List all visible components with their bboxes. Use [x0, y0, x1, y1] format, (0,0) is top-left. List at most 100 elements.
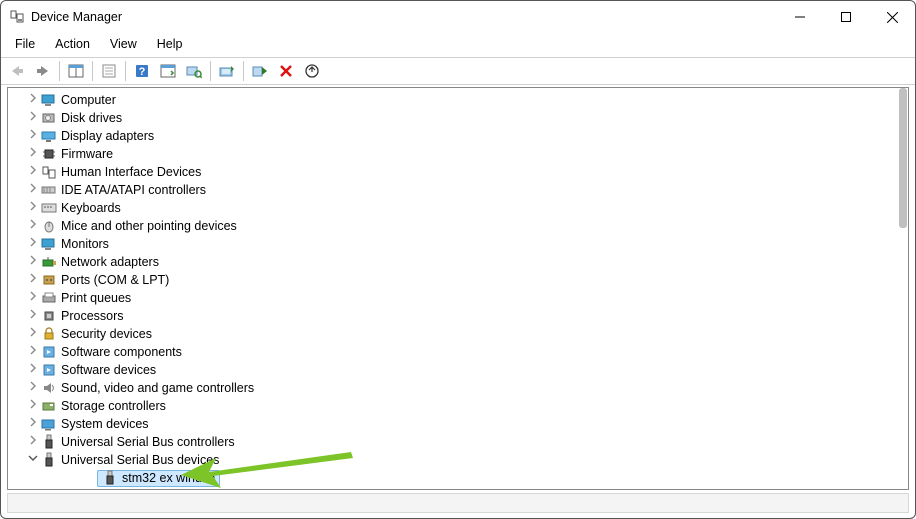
chevron-right-icon[interactable] [25, 325, 41, 343]
uninstall-device-button[interactable] [248, 60, 272, 82]
tree-node[interactable]: Sound, video and game controllers [9, 379, 893, 397]
window-controls [777, 1, 915, 33]
tree-node-label: Universal Serial Bus devices [61, 451, 219, 469]
chevron-right-icon[interactable] [25, 199, 41, 217]
nav-forward-button[interactable] [31, 60, 55, 82]
tree-node-label: Print queues [61, 289, 131, 307]
usb-icon [41, 452, 57, 468]
tree-node[interactable]: Universal Serial Bus controllers [9, 433, 893, 451]
tree-node[interactable]: Processors [9, 307, 893, 325]
chevron-right-icon[interactable] [25, 127, 41, 145]
menu-file[interactable]: File [7, 35, 43, 53]
tree-node[interactable]: Firmware [9, 145, 893, 163]
nav-back-button[interactable] [5, 60, 29, 82]
statusbar [7, 493, 909, 513]
chevron-right-icon[interactable] [25, 379, 41, 397]
disk-icon [41, 110, 57, 126]
cpu-icon [41, 308, 57, 324]
tree-node[interactable]: Software devices [9, 361, 893, 379]
storage-icon [41, 398, 57, 414]
chevron-right-icon[interactable] [25, 163, 41, 181]
tree-node[interactable]: Keyboards [9, 199, 893, 217]
menubar: File Action View Help [1, 33, 915, 57]
system-icon [41, 416, 57, 432]
maximize-button[interactable] [823, 1, 869, 33]
tree-node[interactable]: Monitors [9, 235, 893, 253]
sw-icon [41, 344, 57, 360]
chevron-right-icon[interactable] [25, 181, 41, 199]
tree-node-label: Storage controllers [61, 397, 166, 415]
tree-panel: ComputerDisk drivesDisplay adaptersFirmw… [7, 87, 909, 490]
keyboard-icon [41, 200, 57, 216]
toolbar: ? [1, 57, 915, 85]
chevron-right-icon[interactable] [25, 91, 41, 109]
tree-node-label: Security devices [61, 325, 152, 343]
chip-icon [41, 146, 57, 162]
tree-node[interactable]: Display adapters [9, 127, 893, 145]
tree-node-label: Human Interface Devices [61, 163, 201, 181]
chevron-right-icon[interactable] [25, 145, 41, 163]
tree-node[interactable]: Human Interface Devices [9, 163, 893, 181]
app-icon [9, 9, 25, 25]
tree-node[interactable]: Print queues [9, 289, 893, 307]
vertical-scrollbar[interactable] [894, 88, 908, 489]
display-icon [41, 128, 57, 144]
chevron-right-icon[interactable] [25, 235, 41, 253]
tree-node[interactable]: Ports (COM & LPT) [9, 271, 893, 289]
chevron-right-icon[interactable] [25, 433, 41, 451]
chevron-right-icon[interactable] [25, 109, 41, 127]
chevron-right-icon[interactable] [25, 361, 41, 379]
tree-node-label: System devices [61, 415, 149, 433]
tree-node[interactable]: System devices [9, 415, 893, 433]
chevron-down-icon[interactable] [25, 451, 41, 469]
chevron-right-icon[interactable] [25, 289, 41, 307]
chevron-right-icon[interactable] [25, 253, 41, 271]
tree-node-label: Disk drives [61, 109, 122, 127]
printer-icon [41, 290, 57, 306]
update-driver-button[interactable] [215, 60, 239, 82]
tree-node[interactable]: Storage controllers [9, 397, 893, 415]
hid-icon [41, 164, 57, 180]
tree-node[interactable]: Software components [9, 343, 893, 361]
disable-device-button[interactable] [274, 60, 298, 82]
tree-node-label: Software devices [61, 361, 156, 379]
tree-node-label: Ports (COM & LPT) [61, 271, 169, 289]
tree-node-label: IDE ATA/ATAPI controllers [61, 181, 206, 199]
usb-icon [41, 434, 57, 450]
tree-node[interactable]: Computer [9, 91, 893, 109]
tree-node[interactable]: Security devices [9, 325, 893, 343]
menu-action[interactable]: Action [47, 35, 98, 53]
tree-node[interactable]: Disk drives [9, 109, 893, 127]
menu-help[interactable]: Help [149, 35, 191, 53]
device-tree[interactable]: ComputerDisk drivesDisplay adaptersFirmw… [9, 89, 893, 488]
chevron-right-icon[interactable] [25, 415, 41, 433]
monitor-icon [41, 92, 57, 108]
lock-icon [41, 326, 57, 342]
tree-node[interactable]: IDE ATA/ATAPI controllers [9, 181, 893, 199]
sound-icon [41, 380, 57, 396]
sw-icon [41, 362, 57, 378]
enable-device-button[interactable] [300, 60, 324, 82]
titlebar: Device Manager [1, 1, 915, 33]
tree-node-label: Computer [61, 91, 116, 109]
help-button[interactable]: ? [130, 60, 154, 82]
chevron-right-icon[interactable] [25, 307, 41, 325]
usb-icon [102, 470, 118, 486]
chevron-right-icon[interactable] [25, 343, 41, 361]
close-button[interactable] [869, 1, 915, 33]
chevron-right-icon[interactable] [25, 271, 41, 289]
chevron-right-icon[interactable] [25, 217, 41, 235]
show-hidden-button[interactable] [64, 60, 88, 82]
tree-child-label: stm32 ex winusb [122, 471, 215, 485]
tree-node[interactable]: Network adapters [9, 253, 893, 271]
tree-node[interactable]: Universal Serial Bus devices [9, 451, 893, 469]
menu-view[interactable]: View [102, 35, 145, 53]
properties-button[interactable] [97, 60, 121, 82]
scan-hardware-button[interactable] [182, 60, 206, 82]
tree-node[interactable]: Mice and other pointing devices [9, 217, 893, 235]
scroll-thumb[interactable] [899, 88, 907, 228]
chevron-right-icon[interactable] [25, 397, 41, 415]
minimize-button[interactable] [777, 1, 823, 33]
action-button[interactable] [156, 60, 180, 82]
tree-child-node[interactable]: stm32 ex winusb [53, 469, 893, 487]
